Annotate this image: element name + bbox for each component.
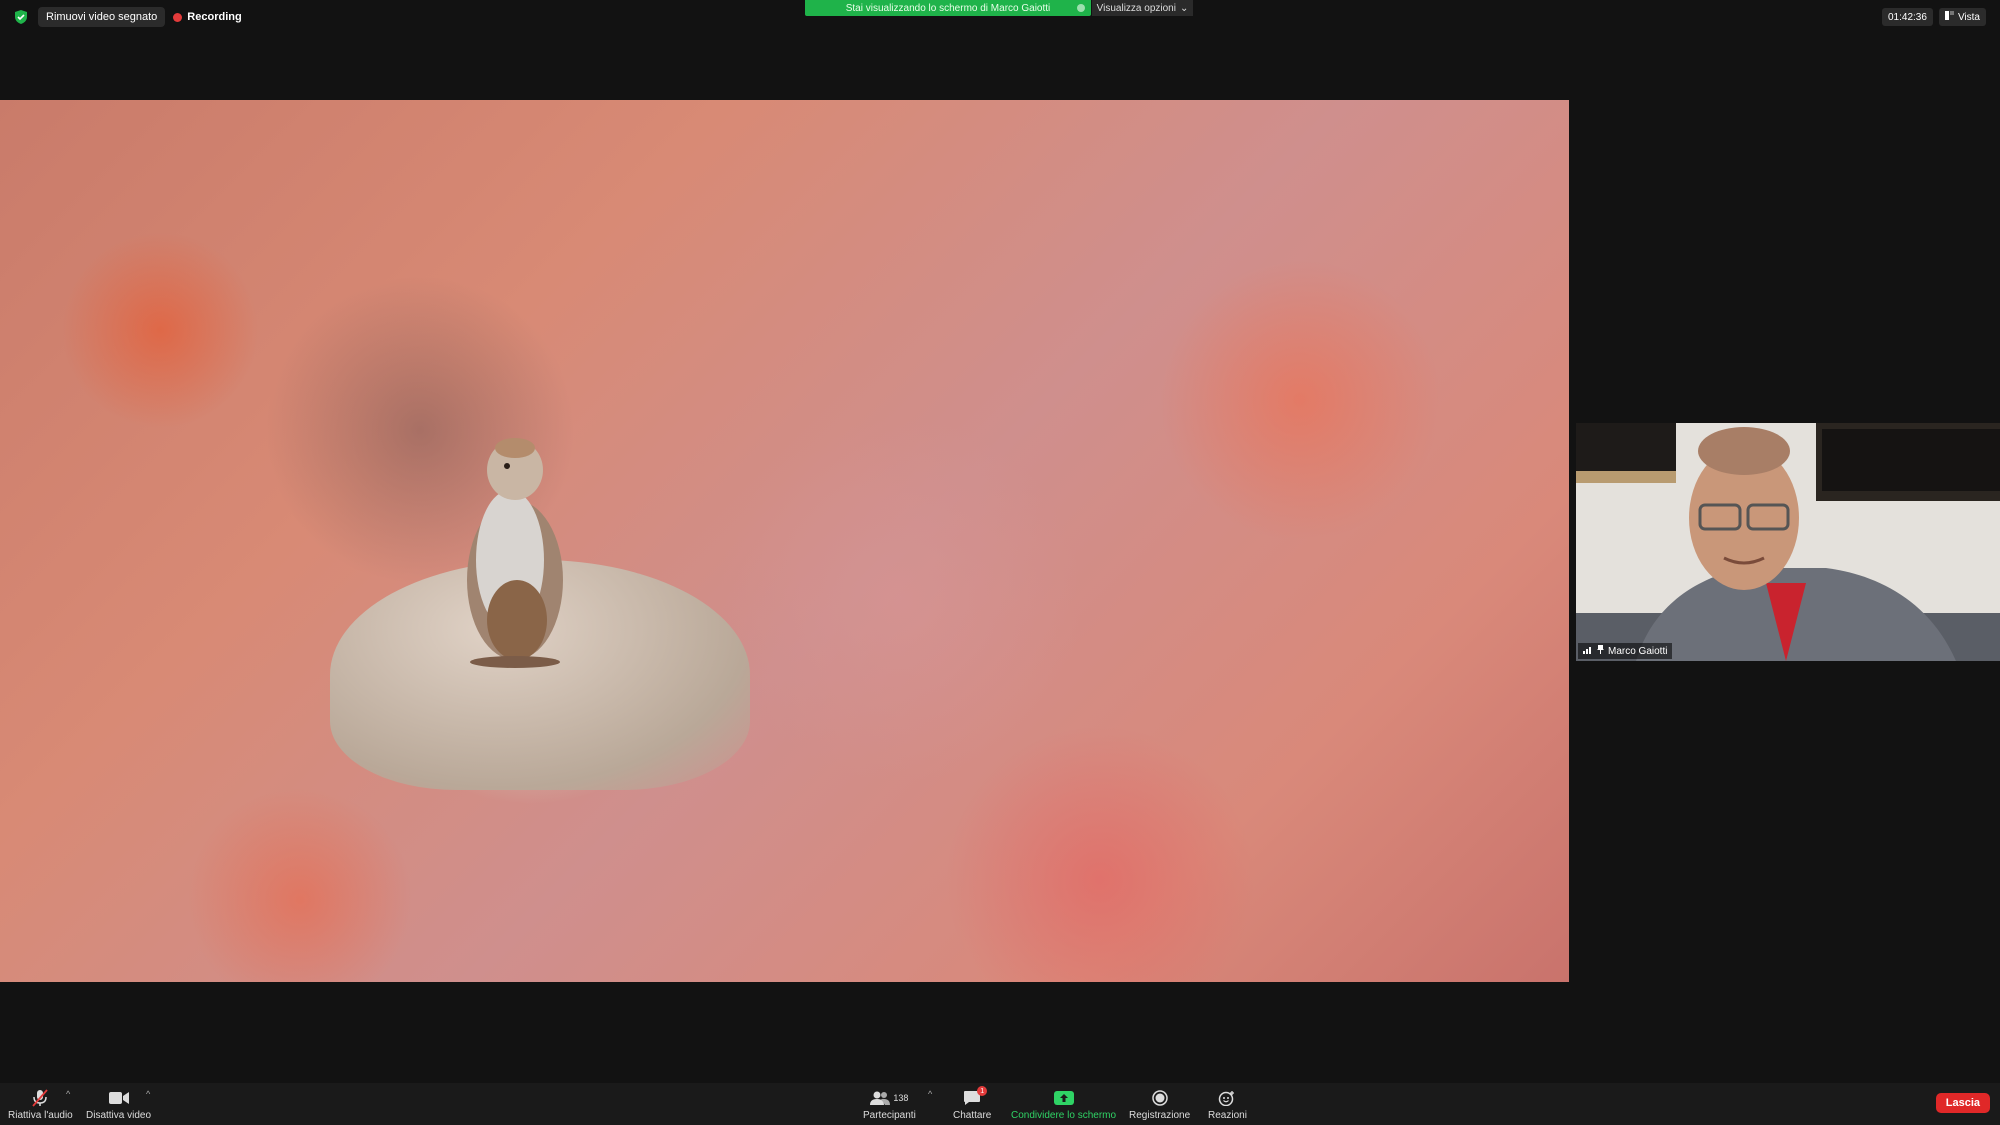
recording-label: Recording: [187, 11, 242, 23]
video-camera-icon: [108, 1089, 129, 1107]
share-screen-button[interactable]: Condividere lo schermo: [1011, 1089, 1116, 1121]
banner-status-icon: [1077, 4, 1085, 12]
meeting-clock: 01:42:36: [1882, 8, 1933, 26]
share-screen-icon: [1053, 1089, 1074, 1107]
participant-name-tag: Marco Gaiotti: [1578, 643, 1673, 659]
chat-label: Chattare: [953, 1110, 992, 1121]
stop-video-button[interactable]: Disattiva video: [86, 1089, 151, 1121]
unmute-audio-label: Riattiva l'audio: [8, 1110, 73, 1121]
muted-mic-icon: [31, 1089, 49, 1107]
signal-icon: [1583, 646, 1593, 657]
participant-video-tile[interactable]: Marco Gaiotti: [1576, 423, 2000, 661]
view-options-label: Visualizza opzioni: [1096, 2, 1176, 14]
recording-indicator[interactable]: Recording: [173, 11, 242, 23]
view-options-button[interactable]: Visualizza opzioni ⌄: [1092, 0, 1193, 16]
participant-video: [1576, 423, 2000, 661]
stop-video-label: Disattiva video: [86, 1110, 152, 1121]
chat-unread-badge: 1: [977, 1086, 988, 1096]
record-icon: [1151, 1089, 1168, 1107]
top-right-bar: 01:42:36 Vista: [1882, 8, 1986, 26]
recording-dot-icon: [173, 12, 183, 22]
shield-icon[interactable]: [12, 8, 30, 26]
view-icon: [1944, 11, 1954, 23]
reactions-icon: [1218, 1089, 1236, 1107]
remove-video-button[interactable]: Rimuovi video segnato: [38, 7, 166, 27]
leave-button[interactable]: Lascia: [1935, 1093, 1990, 1113]
view-button[interactable]: Vista: [1938, 8, 1986, 26]
unmute-audio-button[interactable]: Riattiva l'audio: [8, 1089, 73, 1121]
chevron-down-icon: ⌄: [1179, 2, 1189, 14]
share-screen-label: Condividere lo schermo: [1011, 1110, 1117, 1121]
view-label: Vista: [1957, 11, 1980, 23]
screen-share-banner: Stai visualizzando lo schermo di Marco G…: [805, 0, 1091, 16]
video-options-chevron-icon[interactable]: ^: [146, 1089, 150, 1099]
ground-squirrel-image: [467, 438, 563, 668]
record-label: Registrazione: [1129, 1110, 1191, 1121]
chat-button[interactable]: 1 Chattare: [953, 1086, 992, 1121]
participants-icon: [870, 1091, 891, 1105]
participants-options-chevron-icon[interactable]: ^: [928, 1089, 932, 1099]
participants-icon-group: 138: [870, 1089, 908, 1107]
meeting-toolbar: Riattiva l'audio ^ Disattiva video ^ 138…: [0, 1083, 2000, 1125]
top-left-bar: Rimuovi video segnato Recording: [12, 7, 242, 27]
reactions-label: Reazioni: [1208, 1110, 1247, 1121]
chat-icon: 1: [963, 1086, 988, 1107]
participants-label: Partecipanti: [863, 1110, 916, 1121]
participants-count: 138: [893, 1093, 909, 1103]
participants-button[interactable]: 138 Partecipanti: [863, 1089, 916, 1121]
record-button[interactable]: Registrazione: [1129, 1089, 1190, 1121]
audio-options-chevron-icon[interactable]: ^: [66, 1089, 70, 1099]
pin-icon: [1597, 645, 1604, 657]
participant-name: Marco Gaiotti: [1608, 645, 1668, 657]
shared-screen: [0, 100, 1569, 982]
share-banner-text: Stai visualizzando lo schermo di Marco G…: [845, 2, 1051, 14]
reactions-button[interactable]: Reazioni: [1208, 1089, 1247, 1121]
